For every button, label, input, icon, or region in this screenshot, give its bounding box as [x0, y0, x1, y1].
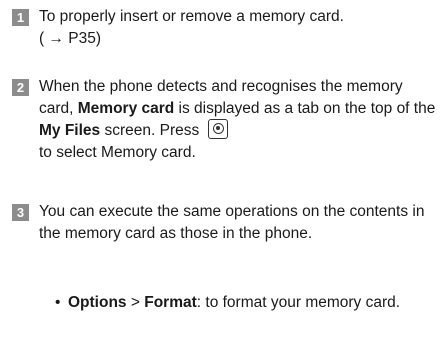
step-1-page-reference: ( → P35) [39, 30, 102, 47]
bullet-text: Options > Format: to format your memory … [68, 292, 443, 314]
step-2-text-part: is displayed as a tab on the top of the [174, 100, 436, 117]
my-files-term: My Files [39, 122, 101, 139]
step-1-text: To properly insert or remove a memory ca… [39, 6, 441, 50]
step-number-badge: 3 [12, 204, 29, 221]
menu-separator: > [126, 294, 145, 311]
memory-card-term: Memory card [77, 100, 175, 117]
step-number-badge: 2 [12, 79, 29, 96]
step-2-text-part: to select Memory card. [39, 144, 196, 161]
step-3-text: You can execute the same operations on t… [39, 203, 425, 242]
bullet-description: : to format your memory card. [196, 294, 401, 311]
options-term: Options [68, 294, 127, 311]
bullet-point: • [55, 294, 61, 311]
step-number-badge: 1 [12, 9, 29, 26]
step-2-text-part: screen. Press [100, 122, 204, 139]
manual-page: 1 To properly insert or remove a memory … [0, 0, 447, 344]
center-key-icon [207, 118, 228, 139]
format-term: Format [144, 294, 197, 311]
step-2-text: When the phone detects and recognises th… [39, 76, 441, 164]
step-1-line-1: To properly insert or remove a memory ca… [39, 8, 344, 25]
